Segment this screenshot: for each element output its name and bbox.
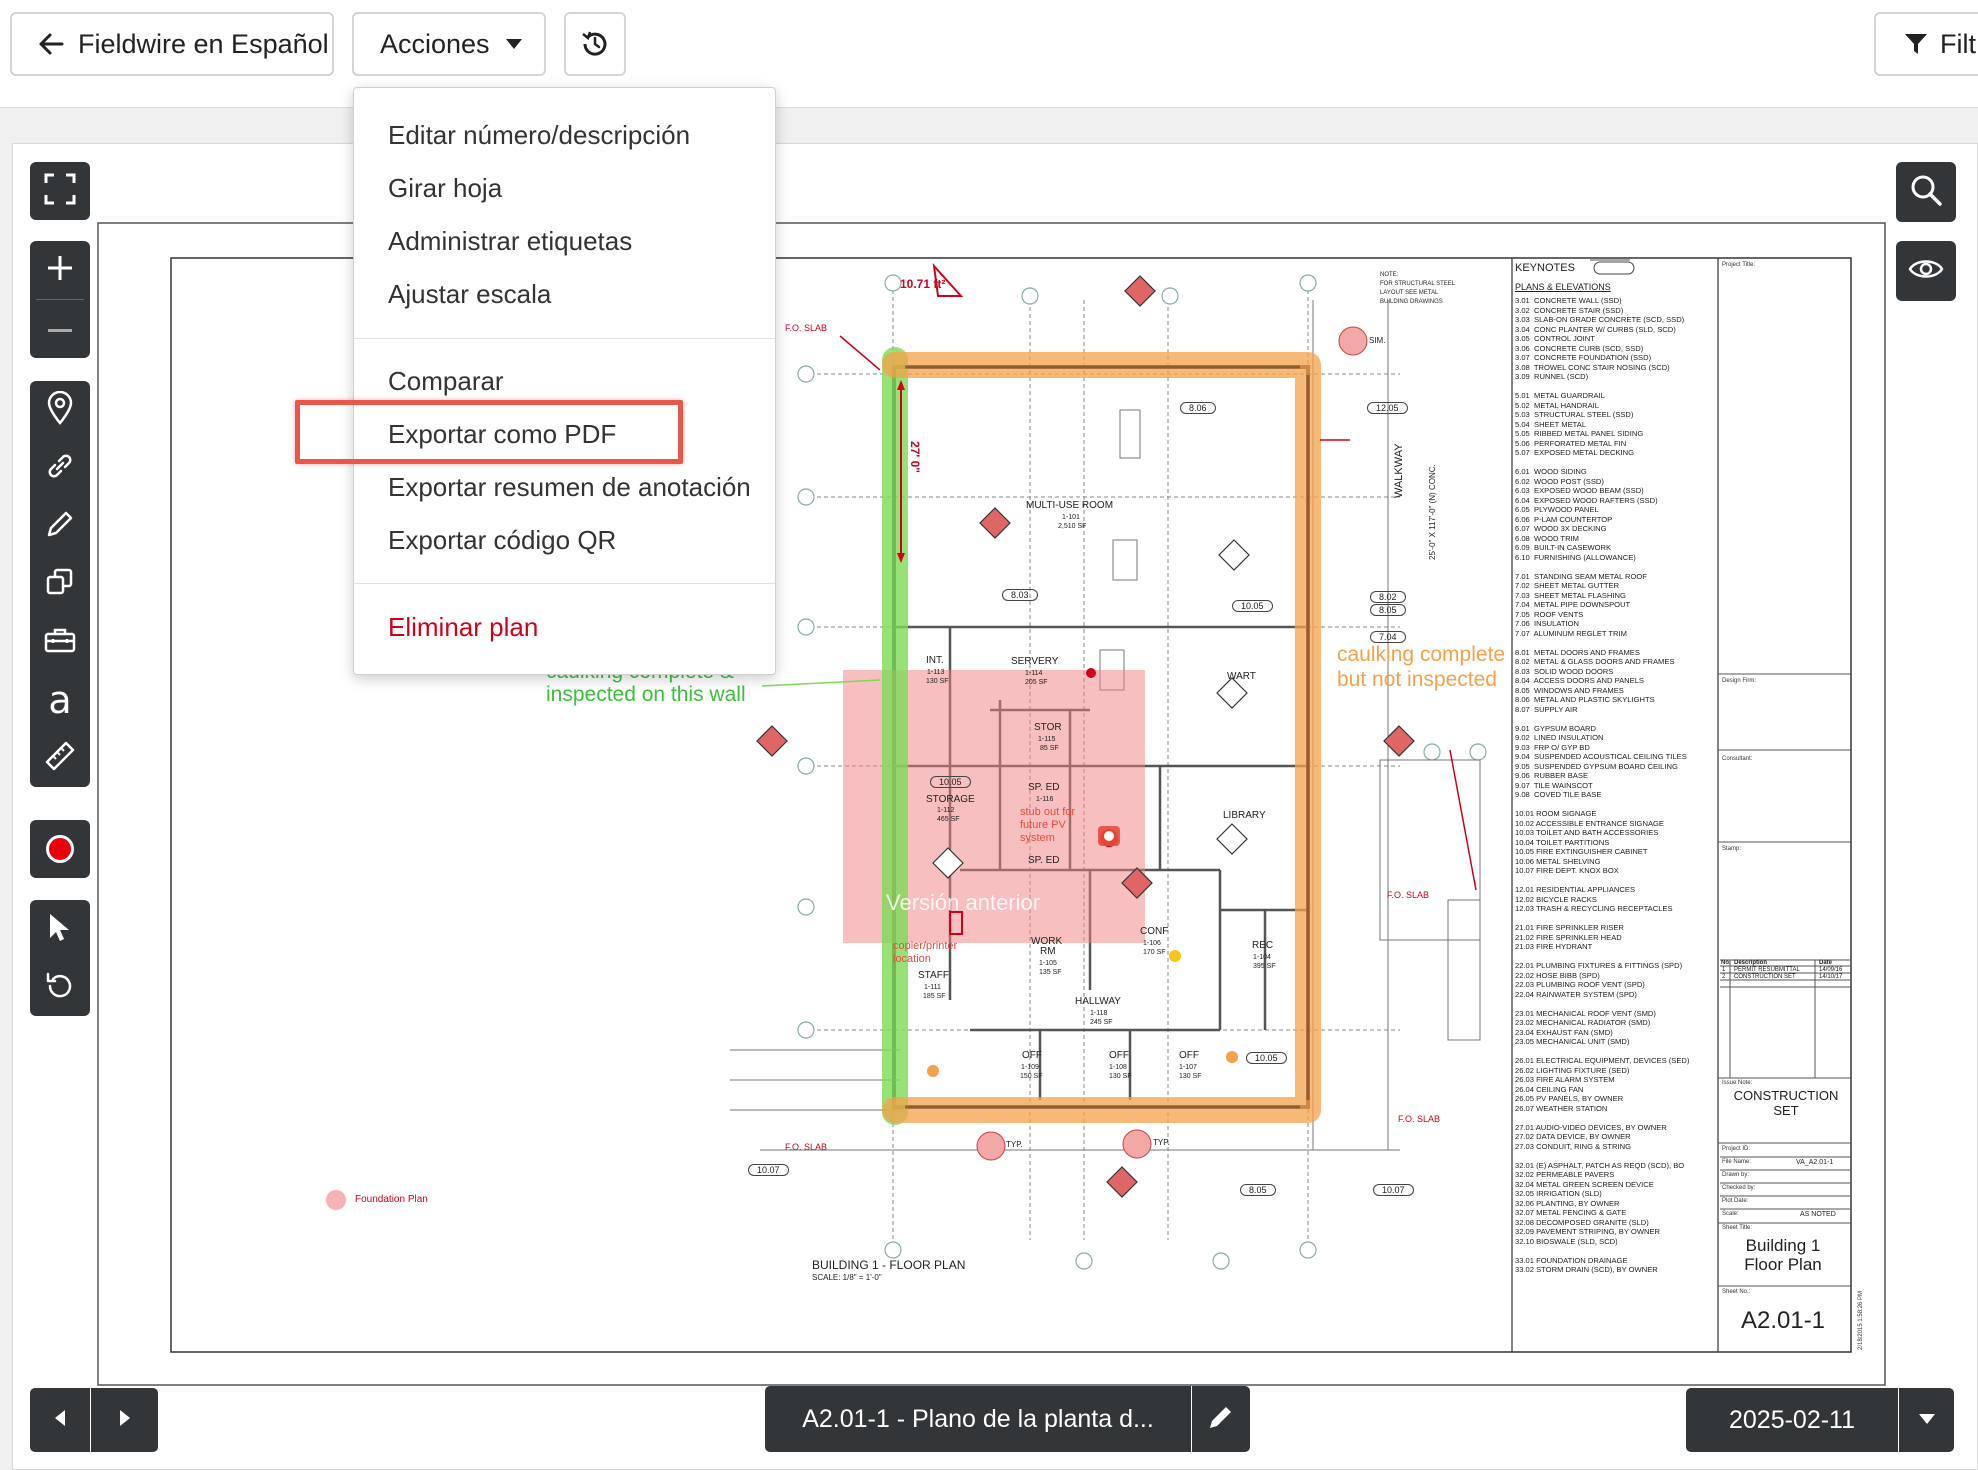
highlight-box — [295, 400, 683, 464]
eye-icon — [1908, 257, 1944, 286]
pencil-icon — [45, 509, 75, 544]
version-selector[interactable]: 2025-02-11 — [1686, 1388, 1898, 1452]
fullscreen-group — [30, 162, 90, 220]
zoom-in-button[interactable] — [30, 241, 90, 299]
menu-divider — [354, 338, 775, 339]
next-sheet-button[interactable] — [91, 1388, 158, 1452]
copy-shapes-icon — [45, 567, 75, 602]
zoom-out-button[interactable] — [30, 300, 90, 358]
menu-divider — [354, 583, 775, 584]
location-pin-tool[interactable] — [30, 381, 90, 439]
undo-icon — [45, 970, 75, 1005]
menu-item-edit-number[interactable]: Editar número/descripción — [388, 120, 690, 151]
search-button[interactable] — [1896, 162, 1956, 222]
menu-item-manage-tags[interactable]: Administrar etiquetas — [388, 226, 632, 257]
menu-item-export-qr[interactable]: Exportar código QR — [388, 525, 616, 556]
zoom-group — [30, 241, 90, 358]
shapes-tool[interactable] — [30, 555, 90, 613]
hyperlink-tool[interactable] — [30, 439, 90, 497]
text-icon: a — [48, 678, 72, 722]
color-picker-button[interactable] — [30, 820, 90, 878]
cursor-icon — [47, 912, 73, 947]
menu-item-adjust-scale[interactable]: Ajustar escala — [388, 279, 551, 310]
search-icon — [1910, 174, 1942, 211]
text-tool[interactable]: a — [30, 671, 90, 729]
menu-item-rotate-sheet[interactable]: Girar hoja — [388, 173, 502, 204]
toolbox-icon — [44, 626, 76, 659]
sheet-name: A2.01-1 - Plano de la planta d... — [802, 1404, 1154, 1433]
previous-sheet-button[interactable] — [30, 1388, 90, 1452]
minus-icon — [48, 320, 72, 338]
visibility-button[interactable] — [1896, 241, 1956, 301]
plus-icon — [46, 254, 74, 287]
red-color-swatch — [46, 835, 74, 863]
caret-left-icon — [55, 1409, 65, 1431]
sheet-selector[interactable]: A2.01-1 - Plano de la planta d... — [765, 1386, 1191, 1452]
actions-menu: Editar número/descripción Girar hoja Adm… — [353, 87, 776, 675]
version-date: 2025-02-11 — [1728, 1405, 1856, 1434]
ruler-icon — [44, 740, 76, 777]
fullscreen-icon — [44, 173, 76, 210]
link-icon — [45, 451, 75, 486]
menu-item-delete-plan[interactable]: Eliminar plan — [388, 612, 538, 643]
map-pin-icon — [46, 390, 74, 430]
toolbox-tool[interactable] — [30, 613, 90, 671]
menu-item-compare[interactable]: Comparar — [388, 366, 504, 397]
pencil-icon — [1207, 1403, 1235, 1436]
version-dropdown-button[interactable] — [1899, 1388, 1954, 1452]
pen-tool[interactable] — [30, 497, 90, 555]
floor-plan-drawing[interactable] — [0, 0, 1978, 1470]
select-tool[interactable] — [30, 900, 90, 958]
edit-sheet-button[interactable] — [1192, 1386, 1250, 1452]
color-group — [30, 820, 90, 878]
select-group — [30, 900, 90, 1016]
undo-button[interactable] — [30, 958, 90, 1016]
fullscreen-button[interactable] — [30, 162, 90, 220]
caret-right-icon — [119, 1409, 130, 1431]
caret-down-icon — [1918, 1411, 1935, 1429]
markup-tools-group: a — [30, 381, 90, 787]
measure-tool[interactable] — [30, 729, 90, 787]
menu-item-export-annotation-summary[interactable]: Exportar resumen de anotación — [388, 472, 751, 503]
